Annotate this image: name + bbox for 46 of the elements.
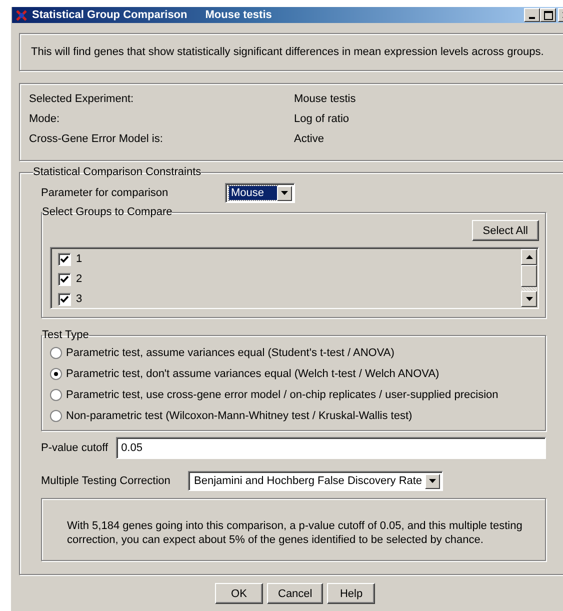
radio-button[interactable] xyxy=(50,410,62,422)
radio-label: Non-parametric test (Wilcoxon-Mann-Whitney test / Kruskal-Wallis test) xyxy=(66,410,412,422)
maximize-icon xyxy=(544,10,552,20)
radio-label: Parametric test, assume variances equal (Student's t-test / ANOVA) xyxy=(66,346,394,358)
radio-button[interactable] xyxy=(50,388,62,400)
parameter-label: Parameter for comparison xyxy=(41,187,170,199)
info-value: Log of ratio xyxy=(294,113,350,125)
cancel-button[interactable]: Cancel xyxy=(267,583,324,604)
description-text: This will find genes that show statistically significant differences in mean expression levels across groups. xyxy=(31,46,544,58)
info-value: Active xyxy=(294,133,325,145)
radio-button[interactable] xyxy=(50,346,62,358)
help-button[interactable]: Help xyxy=(327,583,376,604)
select-all-button[interactable]: Select All xyxy=(472,220,539,241)
input-field[interactable]: 0.05 xyxy=(116,437,546,459)
dropdown-arrow-icon xyxy=(281,191,288,195)
maximize-button[interactable] xyxy=(540,8,556,22)
window-subtitle: Mouse testis xyxy=(205,9,272,21)
checkbox-label: 2 xyxy=(76,273,82,285)
info-label: Selected Experiment: xyxy=(29,93,135,105)
checkbox[interactable] xyxy=(58,272,71,286)
dropdown[interactable]: Benjamini and Hochberg False Discovery Rate xyxy=(188,471,443,491)
info-label: Cross-Gene Error Model is: xyxy=(29,133,164,145)
note-text: With 5,184 genes going into this comparison, a p-value cutoff of 0.05, and this multiple testing correction, you can expect about 5% of the genes identified to be selected by chance. xyxy=(67,519,524,547)
radio-label: Parametric test, don't assume variances equal (Welch t-test / Welch ANOVA) xyxy=(66,368,440,380)
checkbox-label: 3 xyxy=(76,293,82,305)
info-value: Mouse testis xyxy=(294,93,357,105)
scrollbar[interactable] xyxy=(521,249,537,307)
checkbox[interactable] xyxy=(58,252,71,266)
checkbox[interactable] xyxy=(58,292,71,306)
correction-label: Multiple Testing Correction xyxy=(41,475,172,487)
group-title: Statistical Comparison Constraints xyxy=(33,167,202,178)
info-label: Mode: xyxy=(29,113,61,125)
p-value-label: P-value cutoff xyxy=(41,442,108,454)
scroll-down-icon xyxy=(526,297,532,301)
window-title: Statistical Group Comparison xyxy=(32,9,188,21)
group-title: Test Type xyxy=(42,330,89,341)
radio-label: Parametric test, use cross-gene error model / on-chip replicates / user-supplied precision xyxy=(66,388,498,400)
minimize-button[interactable] xyxy=(524,8,540,22)
dropdown-arrow-icon xyxy=(429,479,436,483)
radio-button[interactable] xyxy=(50,368,62,380)
checkbox-label: 1 xyxy=(76,253,82,265)
ok-button[interactable]: OK xyxy=(215,583,263,604)
app-icon xyxy=(15,8,28,22)
scroll-up-icon xyxy=(526,255,532,259)
group-title: Select Groups to Compare xyxy=(42,207,172,218)
dropdown[interactable]: Mouse xyxy=(225,183,295,203)
